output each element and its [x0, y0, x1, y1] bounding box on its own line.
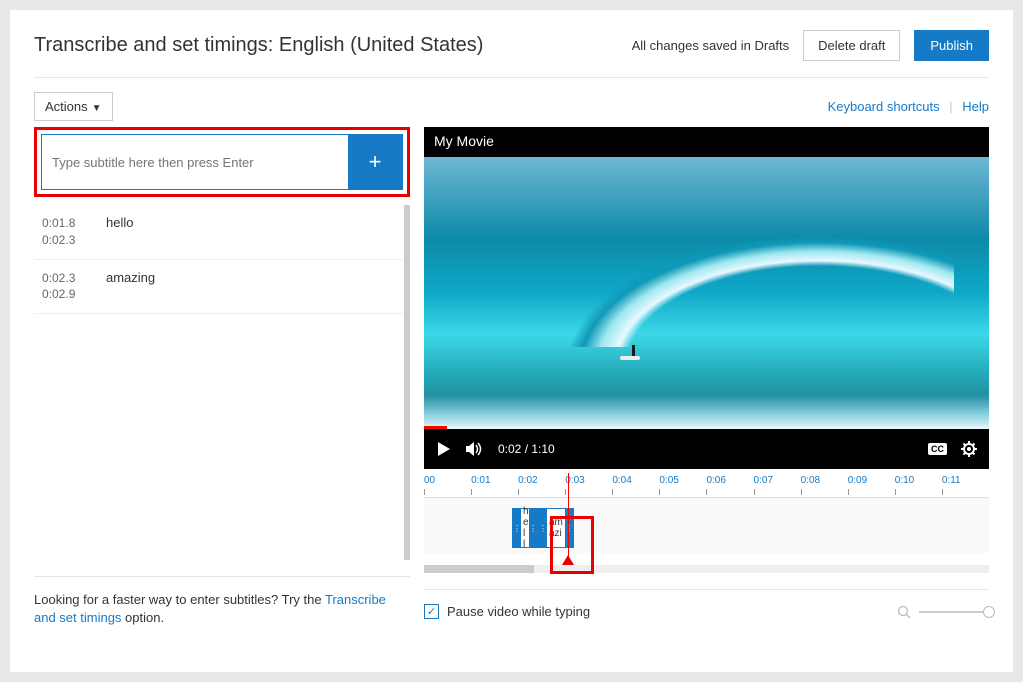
- actions-label: Actions: [45, 99, 88, 114]
- clip-handle-left[interactable]: ⋮: [539, 509, 547, 547]
- save-status: All changes saved in Drafts: [632, 38, 790, 53]
- actions-dropdown[interactable]: Actions▼: [34, 92, 113, 121]
- header-actions: All changes saved in Drafts Delete draft…: [632, 30, 989, 61]
- video-player[interactable]: My Movie 0:02 / 1:10 CC: [424, 127, 989, 469]
- time-range: 0:01.8 0:02.3: [42, 215, 102, 249]
- divider: |: [949, 99, 952, 114]
- add-subtitle-button[interactable]: +: [348, 135, 402, 189]
- volume-button[interactable]: [466, 441, 484, 457]
- checkbox-icon: ✓: [424, 604, 439, 619]
- help-link[interactable]: Help: [962, 99, 989, 114]
- time-display: 0:02 / 1:10: [498, 442, 555, 456]
- transcript-row[interactable]: 0:01.8 0:02.3 hello: [34, 205, 404, 260]
- timeline-scrollbar[interactable]: [424, 565, 989, 573]
- toolbar: Actions▼ Keyboard shortcuts | Help: [34, 92, 989, 121]
- help-links: Keyboard shortcuts | Help: [828, 99, 989, 114]
- video-controls: 0:02 / 1:10 CC: [424, 429, 989, 469]
- scrollbar-thumb[interactable]: [424, 565, 534, 573]
- zoom-control[interactable]: [897, 605, 989, 619]
- progress-bar[interactable]: [424, 426, 989, 429]
- publish-button[interactable]: Publish: [914, 30, 989, 61]
- video-panel: My Movie 0:02 / 1:10 CC: [424, 127, 989, 627]
- clip-label: hell: [521, 506, 529, 550]
- zoom-thumb[interactable]: [983, 606, 995, 618]
- timeline-clip[interactable]: ⋮ hell ⋮: [512, 508, 538, 548]
- subtitle-text: amazing: [102, 270, 396, 304]
- subtitle-text: hello: [102, 215, 396, 249]
- chevron-down-icon: ▼: [88, 103, 102, 114]
- zoom-icon: [897, 605, 911, 619]
- clip-highlight: [550, 516, 594, 574]
- play-button[interactable]: [436, 441, 452, 457]
- timeline-ticks: 00 0:01 0:02 0:03 0:04 0:05 0:06 0:07 0:…: [424, 473, 989, 493]
- footer-hint: Looking for a faster way to enter subtit…: [34, 576, 410, 627]
- delete-draft-button[interactable]: Delete draft: [803, 30, 900, 61]
- pause-while-typing-checkbox[interactable]: ✓ Pause video while typing: [424, 604, 590, 619]
- plus-icon: +: [369, 149, 382, 175]
- input-highlight: +: [34, 127, 410, 197]
- clip-handle-right[interactable]: ⋮: [529, 509, 537, 547]
- cc-button[interactable]: CC: [928, 443, 947, 455]
- subtitle-input[interactable]: [42, 135, 348, 189]
- keyboard-shortcuts-link[interactable]: Keyboard shortcuts: [828, 99, 940, 114]
- video-frame: [424, 157, 989, 429]
- checkbox-label: Pause video while typing: [447, 604, 590, 619]
- video-title: My Movie: [424, 127, 989, 157]
- transcript-list[interactable]: 0:01.8 0:02.3 hello 0:02.3 0:02.9 amazin…: [34, 205, 410, 560]
- settings-button[interactable]: [961, 441, 977, 457]
- time-range: 0:02.3 0:02.9: [42, 270, 102, 304]
- header: Transcribe and set timings: English (Uni…: [34, 30, 989, 78]
- clip-handle-left[interactable]: ⋮: [513, 509, 521, 547]
- page-title: Transcribe and set timings: English (Uni…: [34, 34, 483, 57]
- bottom-controls: ✓ Pause video while typing: [424, 589, 989, 619]
- timeline[interactable]: 00 0:01 0:02 0:03 0:04 0:05 0:06 0:07 0:…: [424, 473, 989, 563]
- timeline-track[interactable]: ⋮ hell ⋮ ⋮ amazi ⋮: [424, 497, 989, 553]
- transcript-row[interactable]: 0:02.3 0:02.9 amazing: [34, 260, 404, 315]
- zoom-slider[interactable]: [919, 611, 989, 613]
- transcript-panel: + 0:01.8 0:02.3 hello 0:02.3 0:02.9: [34, 127, 410, 627]
